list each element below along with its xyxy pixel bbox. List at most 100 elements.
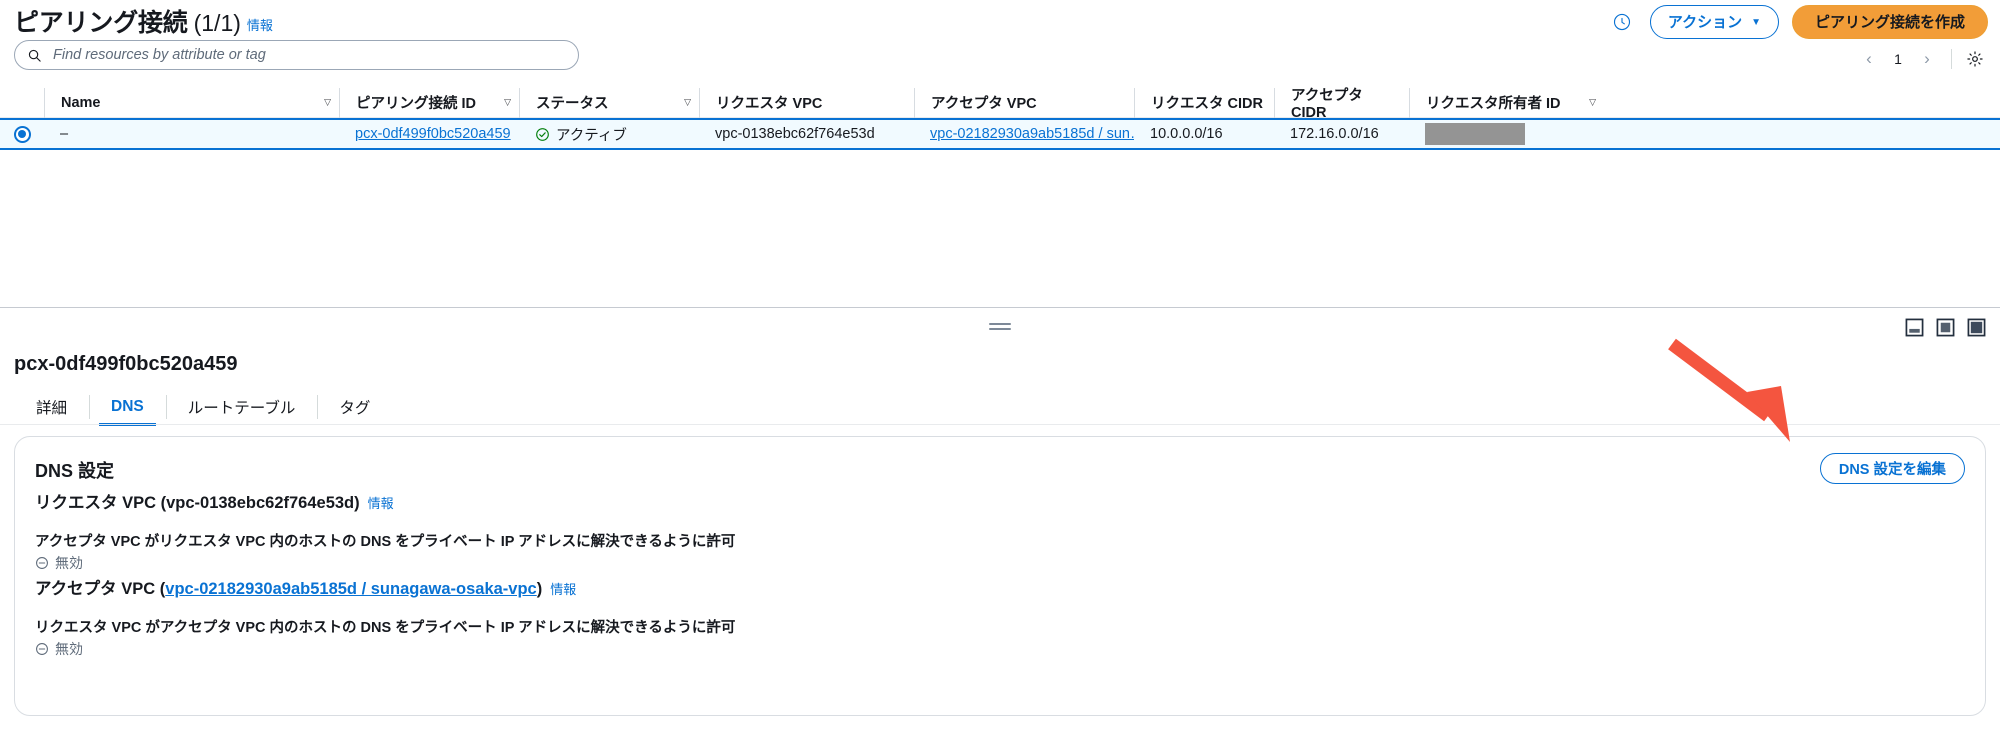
- page-header: ピアリング接続 (1/1) 情報: [14, 8, 273, 38]
- accepter-info-link[interactable]: 情報: [550, 579, 576, 598]
- column-label: リクエスタ VPC: [716, 96, 823, 112]
- requester-info-link[interactable]: 情報: [368, 493, 394, 512]
- column-label: リクエスタ CIDR: [1151, 96, 1263, 112]
- create-peering-connection-button[interactable]: ピアリング接続を作成: [1791, 5, 1988, 39]
- column-label: ステータス: [536, 96, 609, 112]
- search-input[interactable]: [51, 46, 566, 64]
- column-label: アクセプタ CIDR: [1291, 88, 1363, 121]
- toolbar-divider: [1951, 49, 1952, 69]
- list-toolbar: アクション ▼ ピアリング接続を作成: [1607, 5, 1988, 39]
- requester-vpc-heading-text: リクエスタ VPC (vpc-0138ebc62f764e53d): [35, 494, 360, 512]
- accepter-vpc-link[interactable]: vpc-02182930a9ab5185d / sun…: [930, 126, 1134, 142]
- actions-label: アクション: [1667, 14, 1743, 31]
- pagination-next[interactable]: ›: [1913, 46, 1941, 72]
- requester-dns-description: アクセプタ VPC がリクエスタ VPC 内のホストの DNS をプライベート …: [35, 534, 736, 550]
- tab-tags[interactable]: タグ: [317, 389, 392, 425]
- tab-label: 詳細: [36, 400, 68, 417]
- split-bottom-icon[interactable]: [1905, 318, 1924, 337]
- peering-connections-table: Name ▽ ピアリング接続 ID ▽ ステータス ▽ リクエスタ VPC アク…: [0, 87, 2000, 150]
- row-select-cell[interactable]: [0, 125, 44, 143]
- status-badge: アクティブ: [535, 124, 627, 145]
- column-label: リクエスタ所有者 ID: [1426, 96, 1561, 112]
- cell-peering-id: pcx-0df499f0bc520a459: [339, 118, 519, 150]
- table-header-accepter-vpc[interactable]: アクセプタ VPC: [914, 87, 1134, 118]
- accepter-heading-prefix: アクセプタ VPC (: [35, 580, 166, 598]
- page-count: (1/1): [193, 10, 241, 36]
- cell-status: アクティブ: [519, 118, 699, 150]
- column-label: ピアリング接続 ID: [356, 96, 477, 112]
- table-row[interactable]: – pcx-0df499f0bc520a459 アクティブ vpc-0138eb…: [0, 118, 2000, 150]
- table-header-requester-owner-id[interactable]: リクエスタ所有者 ID ▽: [1409, 87, 1604, 118]
- cell-requester-owner-id: [1409, 118, 1604, 150]
- tab-label: ルートテーブル: [187, 400, 296, 417]
- vpc-peering-page: ピアリング接続 (1/1) 情報 アクション ▼ ピアリング接続を作成 ‹ 1 …: [0, 0, 2000, 734]
- cell-accepter-cidr: 172.16.0.0/16: [1290, 126, 1379, 142]
- panel-resize-handle[interactable]: [989, 323, 1011, 333]
- refresh-icon: [1613, 13, 1630, 31]
- peering-list-section: ピアリング接続 (1/1) 情報 アクション ▼ ピアリング接続を作成 ‹ 1 …: [0, 0, 2000, 308]
- split-panel: pcx-0df499f0bc520a459 詳細 DNS ルートテーブル タグ …: [0, 308, 2000, 734]
- actions-button[interactable]: アクション ▼: [1649, 5, 1779, 39]
- tab-details[interactable]: 詳細: [14, 389, 89, 425]
- row-radio-selected[interactable]: [13, 125, 31, 143]
- requester-dns-value: 無効: [35, 553, 83, 573]
- sort-icon: ▽: [324, 97, 331, 107]
- table-header-peering-id[interactable]: ピアリング接続 ID ▽: [339, 87, 519, 118]
- peering-id-link[interactable]: pcx-0df499f0bc520a459: [355, 126, 511, 142]
- table-header-name[interactable]: Name ▽: [44, 87, 339, 118]
- tab-label: DNS: [111, 398, 144, 415]
- full-page-icon[interactable]: [1967, 318, 1986, 337]
- pagination-prev[interactable]: ‹: [1855, 46, 1883, 72]
- status-label: アクティブ: [556, 127, 627, 144]
- accepter-vpc-heading-text: アクセプタ VPC (vpc-02182930a9ab5185d / sunag…: [35, 575, 542, 599]
- dns-settings-card: DNS 設定 DNS 設定を編集 リクエスタ VPC (vpc-0138ebc6…: [14, 436, 1986, 716]
- edit-dns-settings-button[interactable]: DNS 設定を編集: [1819, 453, 1965, 484]
- accepter-dns-description: リクエスタ VPC がアクセプタ VPC 内のホストの DNS をプライベート …: [35, 620, 736, 636]
- minus-circle-icon: [36, 643, 48, 655]
- accepter-dns-value: 無効: [35, 639, 83, 659]
- chevron-down-icon: ▼: [1751, 17, 1761, 28]
- table-preferences-button[interactable]: [1962, 46, 1988, 72]
- minus-circle-icon: [36, 557, 48, 569]
- tab-label: タグ: [339, 400, 371, 417]
- gear-icon: [1967, 51, 1983, 67]
- header-info-link[interactable]: 情報: [247, 15, 273, 34]
- column-label: Name: [61, 94, 101, 111]
- tab-dns[interactable]: DNS: [89, 389, 166, 426]
- table-header-status[interactable]: ステータス ▽: [519, 87, 699, 118]
- cell-name: –: [60, 126, 69, 142]
- page-title: ピアリング接続: [14, 9, 188, 37]
- table-header-accepter-cidr[interactable]: アクセプタ CIDR: [1274, 87, 1409, 121]
- table-header-requester-vpc[interactable]: リクエスタ VPC: [699, 87, 914, 118]
- accepter-vpc-link[interactable]: vpc-02182930a9ab5185d / sunagawa-osaka-v…: [165, 580, 536, 598]
- table-header-select: [0, 88, 44, 118]
- panel-title: pcx-0df499f0bc520a459: [14, 353, 238, 375]
- table-header-requester-cidr[interactable]: リクエスタ CIDR: [1134, 87, 1274, 118]
- panel-layout-controls: [1905, 318, 1986, 337]
- sort-icon: ▽: [504, 97, 511, 107]
- requester-vpc-heading: リクエスタ VPC (vpc-0138ebc62f764e53d) 情報: [35, 489, 394, 513]
- tabs-underline: [0, 424, 2000, 425]
- pagination-page-number[interactable]: 1: [1887, 51, 1909, 67]
- refresh-button[interactable]: [1607, 7, 1637, 37]
- cell-requester-vpc: vpc-0138ebc62f764e53d: [715, 126, 875, 142]
- panel-tabs: 詳細 DNS ルートテーブル タグ: [14, 389, 392, 426]
- cell-requester-cidr: 10.0.0.0/16: [1150, 126, 1223, 142]
- column-label: アクセプタ VPC: [931, 96, 1037, 112]
- pagination: ‹ 1 ›: [1855, 46, 1988, 72]
- check-circle-icon: [536, 127, 549, 141]
- tab-route-tables[interactable]: ルートテーブル: [165, 389, 318, 425]
- sort-icon: ▽: [684, 97, 691, 107]
- search-icon: [28, 49, 41, 62]
- redacted-owner-id: [1425, 123, 1525, 145]
- cell-accepter-vpc: vpc-02182930a9ab5185d / sun…: [914, 118, 1134, 150]
- accepter-dns-value-label: 無効: [55, 641, 83, 657]
- requester-dns-value-label: 無効: [55, 555, 83, 571]
- dns-card-title: DNS 設定: [35, 461, 115, 481]
- sort-icon: ▽: [1589, 97, 1596, 107]
- accepter-heading-suffix: ): [536, 580, 543, 598]
- search-bar[interactable]: [14, 40, 579, 70]
- split-side-icon[interactable]: [1936, 318, 1955, 337]
- accepter-vpc-heading: アクセプタ VPC (vpc-02182930a9ab5185d / sunag…: [35, 575, 576, 599]
- table-header-row: Name ▽ ピアリング接続 ID ▽ ステータス ▽ リクエスタ VPC アク…: [0, 87, 2000, 121]
